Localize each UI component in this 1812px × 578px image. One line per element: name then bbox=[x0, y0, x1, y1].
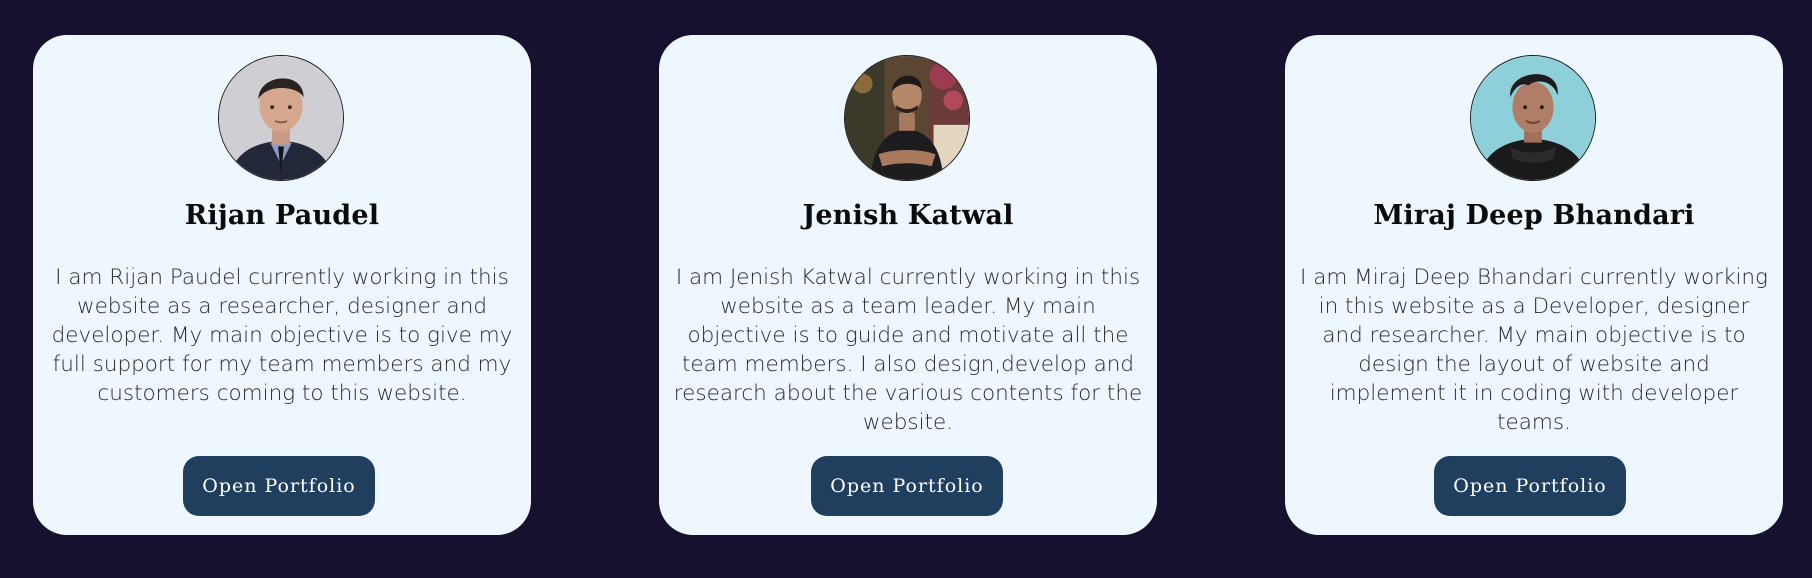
member-bio: I am Miraj Deep Bhandari currently worki… bbox=[1300, 265, 1768, 435]
avatar bbox=[844, 55, 970, 181]
team-card-miraj-deep-bhandari: Miraj Deep Bhandari I am Miraj Deep Bhan… bbox=[1285, 35, 1783, 535]
profile-photo-icon bbox=[845, 56, 969, 180]
profile-photo-icon bbox=[1471, 56, 1595, 180]
member-name: Rijan Paudel bbox=[184, 200, 380, 231]
open-portfolio-button[interactable]: Open Portfolio bbox=[1434, 456, 1626, 516]
profile-photo-icon bbox=[219, 56, 343, 180]
team-cards-section: Rijan Paudel I am Rijan Paudel currently… bbox=[0, 0, 1812, 578]
avatar bbox=[218, 55, 344, 181]
member-bio: I am Jenish Katwal currently working in … bbox=[673, 265, 1143, 435]
avatar bbox=[1470, 55, 1596, 181]
member-name: Miraj Deep Bhandari bbox=[1373, 200, 1695, 231]
team-card-jenish-katwal: Jenish Katwal I am Jenish Katwal current… bbox=[659, 35, 1157, 535]
open-portfolio-button[interactable]: Open Portfolio bbox=[183, 456, 375, 516]
team-card-rijan-paudel: Rijan Paudel I am Rijan Paudel currently… bbox=[33, 35, 531, 535]
member-bio: I am Rijan Paudel currently working in t… bbox=[51, 265, 513, 406]
open-portfolio-button[interactable]: Open Portfolio bbox=[811, 456, 1003, 516]
member-name: Jenish Katwal bbox=[802, 200, 1014, 231]
